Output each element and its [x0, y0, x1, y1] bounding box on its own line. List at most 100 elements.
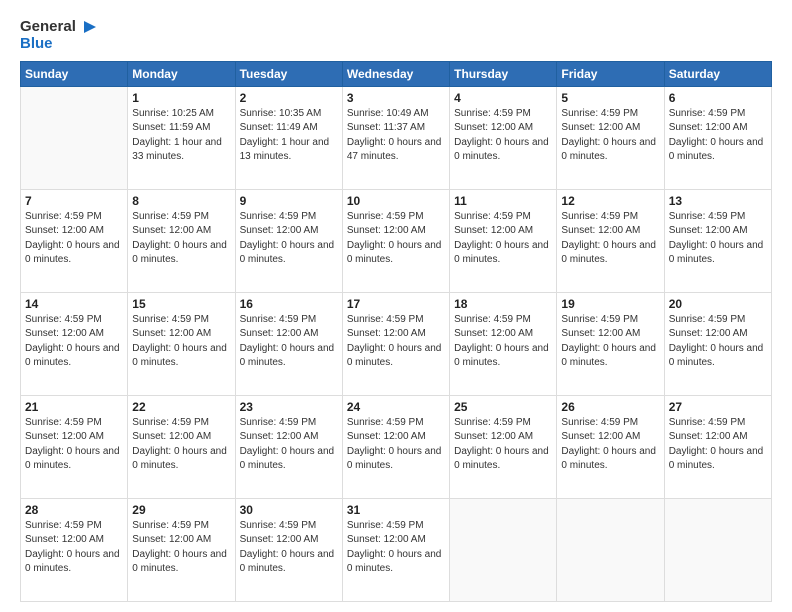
day-number: 20 [669, 297, 767, 311]
day-number: 31 [347, 503, 445, 517]
weekday-header-wednesday: Wednesday [342, 61, 449, 86]
day-number: 14 [25, 297, 123, 311]
calendar-cell: 18 Sunrise: 4:59 PMSunset: 12:00 AMDaylig… [450, 292, 557, 395]
day-number: 25 [454, 400, 552, 414]
calendar-week-row: 1Sunrise: 10:25 AMSunset: 11:59 AMDaylig… [21, 86, 772, 189]
day-detail: Sunrise: 4:59 PMSunset: 12:00 AMDaylight… [240, 519, 338, 577]
day-detail: Sunrise: 4:59 PMSunset: 12:00 AMDaylight… [561, 416, 659, 474]
calendar-cell: 30 Sunrise: 4:59 PMSunset: 12:00 AMDaylig… [235, 498, 342, 601]
calendar-cell: 9 Sunrise: 4:59 PMSunset: 12:00 AMDayligh… [235, 189, 342, 292]
calendar-cell [450, 498, 557, 601]
day-number: 7 [25, 194, 123, 208]
calendar-cell [21, 86, 128, 189]
day-detail: Sunrise: 4:59 PMSunset: 12:00 AMDaylight… [454, 416, 552, 474]
day-number: 26 [561, 400, 659, 414]
calendar-cell: 6Sunrise: 4:59 PMSunset: 12:00 AMDayligh… [664, 86, 771, 189]
day-detail: Sunrise: 4:59 PMSunset: 12:00 AMDaylight… [240, 210, 338, 268]
calendar-week-row: 7 Sunrise: 4:59 PMSunset: 12:00 AMDayligh… [21, 189, 772, 292]
calendar-table: SundayMondayTuesdayWednesdayThursdayFrid… [20, 61, 772, 603]
weekday-header-tuesday: Tuesday [235, 61, 342, 86]
page: General Blue SundayMondayTuesdayWednesda… [0, 0, 792, 612]
day-number: 29 [132, 503, 230, 517]
weekday-header-row: SundayMondayTuesdayWednesdayThursdayFrid… [21, 61, 772, 86]
calendar-cell: 19Sunrise: 4:59 PMSunset: 12:00 AMDaylig… [557, 292, 664, 395]
calendar-cell: 12 Sunrise: 4:59 PMSunset: 12:00 AMDaylig… [557, 189, 664, 292]
logo-arrow-icon [78, 18, 96, 36]
day-number: 22 [132, 400, 230, 414]
day-detail: Sunrise: 4:59 PMSunset: 12:00 AMDaylight… [561, 313, 659, 371]
calendar-cell: 8 Sunrise: 4:59 PMSunset: 12:00 AMDayligh… [128, 189, 235, 292]
calendar-cell: 21Sunrise: 4:59 PMSunset: 12:00 AMDaylig… [21, 395, 128, 498]
day-detail: Sunrise: 4:59 PMSunset: 12:00 AMDaylight… [25, 210, 123, 268]
calendar-cell: 27 Sunrise: 4:59 PMSunset: 12:00 AMDaylig… [664, 395, 771, 498]
day-number: 23 [240, 400, 338, 414]
day-detail: Sunrise: 4:59 PMSunset: 12:00 AMDaylight… [669, 313, 767, 371]
day-number: 15 [132, 297, 230, 311]
day-number: 28 [25, 503, 123, 517]
calendar-cell: 3 Sunrise: 10:49 AMSunset: 11:37 AMDaylig… [342, 86, 449, 189]
calendar-cell: 16Sunrise: 4:59 PMSunset: 12:00 AMDaylig… [235, 292, 342, 395]
calendar-cell: 14 Sunrise: 4:59 PMSunset: 12:00 AMDaylig… [21, 292, 128, 395]
calendar-cell: 29 Sunrise: 4:59 PMSunset: 12:00 AMDaylig… [128, 498, 235, 601]
day-number: 16 [240, 297, 338, 311]
logo: General Blue [20, 18, 96, 53]
day-number: 13 [669, 194, 767, 208]
day-detail: Sunrise: 4:59 PMSunset: 12:00 AMDaylight… [347, 313, 445, 371]
weekday-header-saturday: Saturday [664, 61, 771, 86]
day-detail: Sunrise: 4:59 PMSunset: 12:00 AMDaylight… [347, 519, 445, 577]
calendar-cell: 11Sunrise: 4:59 PMSunset: 12:00 AMDaylig… [450, 189, 557, 292]
day-detail: Sunrise: 10:49 AMSunset: 11:37 AMDayligh… [347, 107, 445, 165]
day-detail: Sunrise: 4:59 PMSunset: 12:00 AMDaylight… [454, 107, 552, 165]
day-number: 27 [669, 400, 767, 414]
calendar-cell: 7 Sunrise: 4:59 PMSunset: 12:00 AMDayligh… [21, 189, 128, 292]
day-number: 8 [132, 194, 230, 208]
day-number: 3 [347, 91, 445, 105]
day-number: 30 [240, 503, 338, 517]
calendar-cell: 17 Sunrise: 4:59 PMSunset: 12:00 AMDaylig… [342, 292, 449, 395]
day-number: 21 [25, 400, 123, 414]
day-number: 9 [240, 194, 338, 208]
calendar-week-row: 28 Sunrise: 4:59 PMSunset: 12:00 AMDaylig… [21, 498, 772, 601]
day-detail: Sunrise: 4:59 PMSunset: 12:00 AMDaylight… [132, 519, 230, 577]
day-detail: Sunrise: 4:59 PMSunset: 12:00 AMDaylight… [132, 313, 230, 371]
calendar-week-row: 14 Sunrise: 4:59 PMSunset: 12:00 AMDaylig… [21, 292, 772, 395]
calendar-cell: 25 Sunrise: 4:59 PMSunset: 12:00 AMDaylig… [450, 395, 557, 498]
weekday-header-friday: Friday [557, 61, 664, 86]
calendar-cell: 20 Sunrise: 4:59 PMSunset: 12:00 AMDaylig… [664, 292, 771, 395]
calendar-cell: 10 Sunrise: 4:59 PMSunset: 12:00 AMDaylig… [342, 189, 449, 292]
calendar-cell: 23Sunrise: 4:59 PMSunset: 12:00 AMDaylig… [235, 395, 342, 498]
calendar-cell: 22 Sunrise: 4:59 PMSunset: 12:00 AMDaylig… [128, 395, 235, 498]
day-detail: Sunrise: 4:59 PMSunset: 12:00 AMDaylight… [347, 210, 445, 268]
day-detail: Sunrise: 10:25 AMSunset: 11:59 AMDayligh… [132, 107, 230, 165]
day-detail: Sunrise: 4:59 PMSunset: 12:00 AMDaylight… [454, 210, 552, 268]
day-detail: Sunrise: 4:59 PMSunset: 12:00 AMDaylight… [669, 107, 767, 165]
day-detail: Sunrise: 4:59 PMSunset: 12:00 AMDaylight… [25, 519, 123, 577]
calendar-cell: 1Sunrise: 10:25 AMSunset: 11:59 AMDaylig… [128, 86, 235, 189]
day-detail: Sunrise: 4:59 PMSunset: 12:00 AMDaylight… [669, 210, 767, 268]
calendar-cell: 4 Sunrise: 4:59 PMSunset: 12:00 AMDayligh… [450, 86, 557, 189]
weekday-header-sunday: Sunday [21, 61, 128, 86]
day-number: 17 [347, 297, 445, 311]
day-number: 4 [454, 91, 552, 105]
day-number: 24 [347, 400, 445, 414]
day-number: 12 [561, 194, 659, 208]
weekday-header-thursday: Thursday [450, 61, 557, 86]
day-detail: Sunrise: 4:59 PMSunset: 12:00 AMDaylight… [347, 416, 445, 474]
calendar-cell: 13 Sunrise: 4:59 PMSunset: 12:00 AMDaylig… [664, 189, 771, 292]
day-detail: Sunrise: 4:59 PMSunset: 12:00 AMDaylight… [25, 313, 123, 371]
day-number: 18 [454, 297, 552, 311]
calendar-cell: 24 Sunrise: 4:59 PMSunset: 12:00 AMDaylig… [342, 395, 449, 498]
calendar-cell: 26 Sunrise: 4:59 PMSunset: 12:00 AMDaylig… [557, 395, 664, 498]
day-detail: Sunrise: 4:59 PMSunset: 12:00 AMDaylight… [561, 210, 659, 268]
day-detail: Sunrise: 4:59 PMSunset: 12:00 AMDaylight… [132, 210, 230, 268]
day-detail: Sunrise: 10:35 AMSunset: 11:49 AMDayligh… [240, 107, 338, 165]
day-number: 10 [347, 194, 445, 208]
logo-text-general: General [20, 19, 76, 36]
day-detail: Sunrise: 4:59 PMSunset: 12:00 AMDaylight… [561, 107, 659, 165]
calendar-cell: 31 Sunrise: 4:59 PMSunset: 12:00 AMDaylig… [342, 498, 449, 601]
day-detail: Sunrise: 4:59 PMSunset: 12:00 AMDaylight… [669, 416, 767, 474]
day-detail: Sunrise: 4:59 PMSunset: 12:00 AMDaylight… [454, 313, 552, 371]
day-detail: Sunrise: 4:59 PMSunset: 12:00 AMDaylight… [132, 416, 230, 474]
calendar-cell: 5Sunrise: 4:59 PMSunset: 12:00 AMDayligh… [557, 86, 664, 189]
weekday-header-monday: Monday [128, 61, 235, 86]
